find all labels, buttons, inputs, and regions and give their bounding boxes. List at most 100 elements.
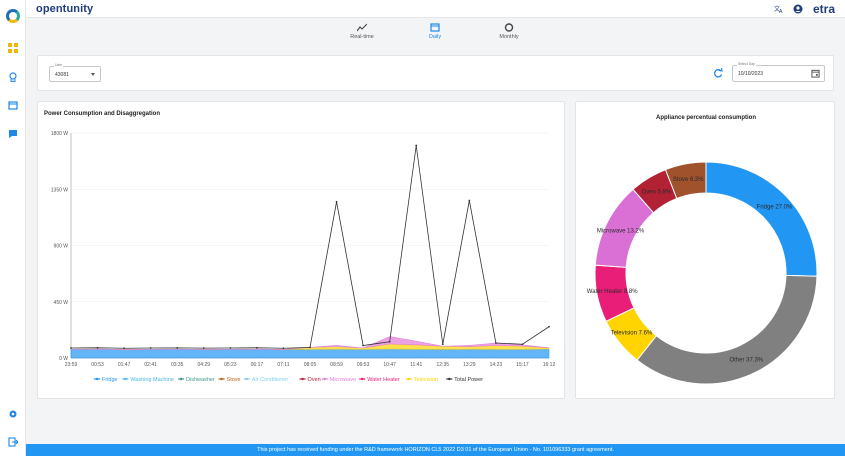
total-power-point (521, 343, 524, 346)
x-tick-label: 02:41 (144, 362, 157, 368)
donut-slice-label: Microwave 13.2% (597, 228, 645, 234)
tab-label: Daily (428, 34, 442, 40)
legend-marker (220, 377, 223, 381)
legend-marker (124, 377, 127, 381)
legend-item: Dishwasher (178, 377, 215, 383)
calendar-icon[interactable] (8, 100, 18, 110)
donut-slice-label: Fridge 27.0% (757, 204, 793, 210)
x-tick-label: 10:47 (383, 362, 396, 368)
day-date-field[interactable]: Select Day 10/10/2023 (732, 62, 825, 82)
user-select-value: 43081 (55, 72, 69, 78)
total-power-point (548, 325, 550, 328)
donut-slice-label: Water Heater 8.8% (587, 289, 638, 295)
line-chart-icon (357, 23, 367, 32)
x-tick-label: 13:29 (463, 362, 476, 368)
user-select-label: User (54, 63, 64, 67)
translate-icon[interactable]: 文A (774, 4, 784, 14)
legend-item: Oven (299, 377, 321, 383)
account-icon[interactable] (793, 4, 803, 14)
x-tick-label: 03:35 (171, 362, 184, 368)
legend-label: Washing Machine (130, 377, 174, 383)
total-power-point (282, 347, 285, 350)
total-power-point (415, 144, 418, 147)
appliance-consumption-card: Appliance percentual consumption Fridge … (575, 101, 835, 399)
total-power-point (229, 347, 232, 349)
donut-slice-label: Oven 5.8% (642, 189, 672, 195)
power-consumption-card: Power Consumption and Disaggregation 0 W… (37, 101, 565, 399)
total-power-point (255, 346, 258, 349)
side-nav (0, 0, 26, 456)
x-tick-label: 08:05 (304, 362, 317, 368)
donut-slice-other (636, 274, 818, 385)
tab-daily[interactable]: Daily (410, 23, 460, 40)
power-area-chart[interactable]: 0 W450 W900 W1350 W1800 W23:59 00:53 01:47… (38, 102, 566, 400)
x-tick-label: 23:59 (65, 362, 78, 368)
app-logo[interactable] (6, 9, 20, 23)
calendar-icon[interactable] (811, 69, 820, 78)
y-tick-label: 1350 W (51, 187, 69, 193)
legend-marker (448, 377, 451, 381)
chevron-down-icon (91, 73, 95, 76)
legend-label: Oven (308, 377, 321, 383)
x-tick-label: 14:23 (490, 362, 503, 368)
x-tick-label: 01:47 (118, 362, 131, 368)
total-power-point (123, 347, 126, 350)
calendar-icon (430, 23, 440, 32)
donut-slice-label: Stove 6.3% (673, 177, 704, 183)
x-tick-label: 09:53 (357, 362, 370, 368)
legend-item: Fridge (94, 377, 118, 383)
day-date-value: 10/10/2023 (738, 71, 764, 77)
donut-slice-label: Other 37.3% (729, 358, 763, 364)
donut-slice-fridge (705, 161, 818, 277)
legend-label: Water Heater (367, 377, 400, 383)
filter-bar: User 43081 Select Day 10/10/2023 (37, 55, 834, 91)
total-power-point (202, 347, 205, 350)
legend-marker (245, 377, 248, 381)
refresh-icon[interactable] (713, 68, 723, 78)
legend-item: Total Power (446, 377, 483, 383)
total-power-point (309, 346, 311, 349)
legend-item: Water Heater (359, 377, 400, 383)
svg-text:A: A (779, 9, 783, 14)
legend-item: Air Conditioner (243, 377, 288, 383)
legend-item: Stove (218, 377, 241, 383)
brand-name: opentunity (36, 3, 94, 15)
appliance-donut-chart[interactable]: Fridge 27.0% Other 37.3% Television 7.6% Wa… (576, 102, 836, 400)
tab-real-time[interactable]: Real-time (337, 23, 387, 40)
legend-marker (179, 377, 183, 381)
badge-icon[interactable] (8, 72, 18, 82)
dashboard-icon[interactable] (8, 43, 18, 53)
total-power-point (362, 344, 365, 347)
total-power-point (468, 199, 471, 202)
legend-marker (301, 377, 304, 381)
legend-label: Total Power (454, 377, 483, 383)
x-tick-label: 06:17 (251, 362, 264, 368)
legend-label: Stove (227, 377, 241, 383)
total-power-point (441, 343, 444, 346)
settings-icon[interactable] (8, 409, 18, 419)
legend-label: Microwave (330, 377, 356, 383)
total-power-point (70, 347, 72, 349)
legend-marker (95, 377, 99, 381)
legend-label: Television (414, 377, 438, 383)
legend-label: Dishwasher (186, 377, 215, 383)
donut-slice-label: Television 7.6% (611, 331, 653, 337)
user-select[interactable]: User 43081 (49, 63, 101, 82)
series-line-total-power (70, 145, 550, 349)
tab-monthly[interactable]: Monthly (484, 23, 534, 40)
funding-footer: This project has received funding under … (26, 444, 845, 456)
partner-logo: etra (812, 2, 835, 16)
y-tick-label: 1800 W (51, 131, 69, 137)
legend-marker (407, 377, 410, 381)
chat-icon[interactable] (8, 129, 18, 139)
x-tick-label: 04:29 (198, 362, 211, 368)
logout-icon[interactable] (8, 437, 18, 447)
day-date-label: Select Day (737, 62, 756, 66)
total-power-point (388, 340, 391, 343)
x-tick-label: 11:41 (410, 362, 422, 368)
x-tick-label: 08:59 (330, 362, 343, 368)
x-tick-label: 12:35 (437, 362, 450, 368)
total-power-point (494, 342, 497, 344)
legend-item: Washing Machine (122, 377, 174, 383)
view-tabs: Real-time Daily Monthly (26, 18, 845, 44)
